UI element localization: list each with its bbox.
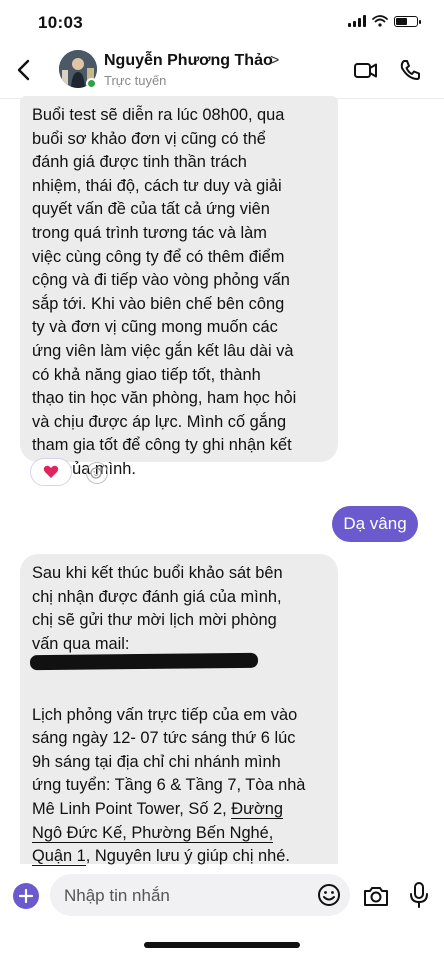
incoming-message-bubble[interactable]: Sau khi kết thúc buổi khảo sát bên chị n…	[20, 554, 338, 867]
incoming-message-bubble[interactable]: Buổi test sẽ diễn ra lúc 08h00, qua buổi…	[20, 96, 338, 478]
message-line: tham gia tốt để công ty ghi nhận kết	[32, 436, 292, 455]
address-link[interactable]: Quận 1	[32, 847, 86, 867]
status-time: 10:03	[38, 13, 83, 32]
message-line: nhiệm, thái độ, cách tư duy và giải	[32, 176, 282, 195]
status-bar: 10:03	[0, 0, 444, 44]
message-line: ứng tuyển: Tầng 6 & Tầng 7, Tòa nhà	[32, 776, 306, 795]
address-text: Mê Linh Point Tower, Số 2,	[32, 799, 232, 818]
message-line: buổi sơ khảo đơn vị cũng có thể	[32, 129, 266, 148]
outgoing-message-bubble[interactable]: Dạ vâng	[332, 506, 418, 542]
heart-reaction[interactable]	[30, 458, 72, 486]
contact-name[interactable]: Nguyễn Phương Thảo	[104, 52, 273, 70]
message-line: 9h sáng tại địa chỉ chi nhánh mình	[32, 752, 281, 771]
contact-status: Trực tuyến	[104, 73, 167, 88]
status-icons	[348, 15, 421, 27]
message-line: quyết vấn đề của tất cả ứng viên	[32, 200, 270, 219]
battery-icon	[394, 15, 421, 27]
redaction-mark	[29, 652, 259, 671]
chat-header: Nguyễn Phương Thảo > Trực tuyến	[0, 44, 444, 99]
message-line: đánh giá được tinh thần trách	[32, 153, 247, 172]
phone-call-button[interactable]	[396, 56, 424, 84]
message-line: việc cùng công ty để có thêm điểm	[32, 247, 285, 266]
message-line: chị sẽ gửi thư mời lịch mời phòng	[32, 611, 277, 630]
message-line: Ngô Đức Kế, Phường Bến Nghé,	[32, 822, 305, 846]
plus-button[interactable]	[13, 883, 39, 909]
plus-icon	[19, 889, 33, 903]
message-text: Dạ vâng	[343, 514, 407, 533]
phone-icon	[400, 60, 420, 80]
message-composer	[0, 866, 444, 926]
chevron-left-icon	[17, 59, 30, 81]
microphone-icon	[410, 882, 428, 908]
home-indicator	[144, 942, 300, 948]
chevron-right-icon[interactable]: >	[270, 52, 279, 70]
message-line: thạo tin học văn phòng, ham học hỏi	[32, 389, 297, 408]
message-line: ứng viên làm việc gắn kết lâu dài và	[32, 341, 294, 360]
message-line: Sau khi kết thúc buổi khảo sát bên	[32, 564, 283, 582]
message-input-box[interactable]	[50, 874, 350, 918]
video-call-button[interactable]	[352, 56, 380, 84]
emoji-button[interactable]	[316, 882, 342, 908]
add-reaction-icon	[90, 467, 103, 479]
video-call-icon	[354, 63, 377, 78]
message-line: Mê Linh Point Tower, Số 2, Đường	[32, 798, 305, 822]
wifi-icon	[372, 15, 388, 27]
message-line: trong quá trình tương tác và làm	[32, 223, 267, 242]
message-line: Lịch phỏng vấn trực tiếp của em vào	[32, 705, 298, 724]
online-indicator	[86, 78, 97, 89]
back-button[interactable]	[10, 54, 40, 86]
message-line: Buổi test sẽ diễn ra lúc 08h00, qua	[32, 106, 285, 124]
camera-button[interactable]	[362, 882, 390, 910]
address-link[interactable]: Đường	[231, 799, 284, 819]
emoji-icon	[318, 884, 340, 906]
message-line: sáng ngày 12- 07 tức sáng thứ 6 lúc	[32, 729, 296, 748]
message-line: sắp tới. Khi vào biên chế bên công	[32, 294, 285, 313]
message-line: có khả năng giao tiếp tốt, thành	[32, 365, 261, 384]
microphone-button[interactable]	[406, 880, 432, 910]
heart-icon	[43, 465, 59, 478]
message-line: ty và đơn vị cũng mong muốn các	[32, 318, 278, 337]
message-line: chị nhận được đánh giá của mình,	[32, 587, 282, 606]
message-line: và chịu được áp lực. Mình cố gắng	[32, 412, 287, 431]
signal-icon	[348, 15, 366, 27]
message-input[interactable]	[62, 874, 306, 918]
message-text-tail: , Nguyên lưu ý giúp chị nhé.	[85, 847, 290, 866]
camera-icon	[364, 887, 388, 906]
message-text: Sau khi kết thúc buổi khảo sát bên chị n…	[32, 562, 305, 869]
message-line: cộng và đi tiếp vào vòng phỏng vấn	[32, 271, 290, 290]
add-reaction-button[interactable]	[86, 462, 108, 484]
message-text: Buổi test sẽ diễn ra lúc 08h00, qua buổi…	[32, 104, 296, 482]
address-link[interactable]: Ngô Đức Kế, Phường Bến Nghé,	[32, 823, 274, 843]
